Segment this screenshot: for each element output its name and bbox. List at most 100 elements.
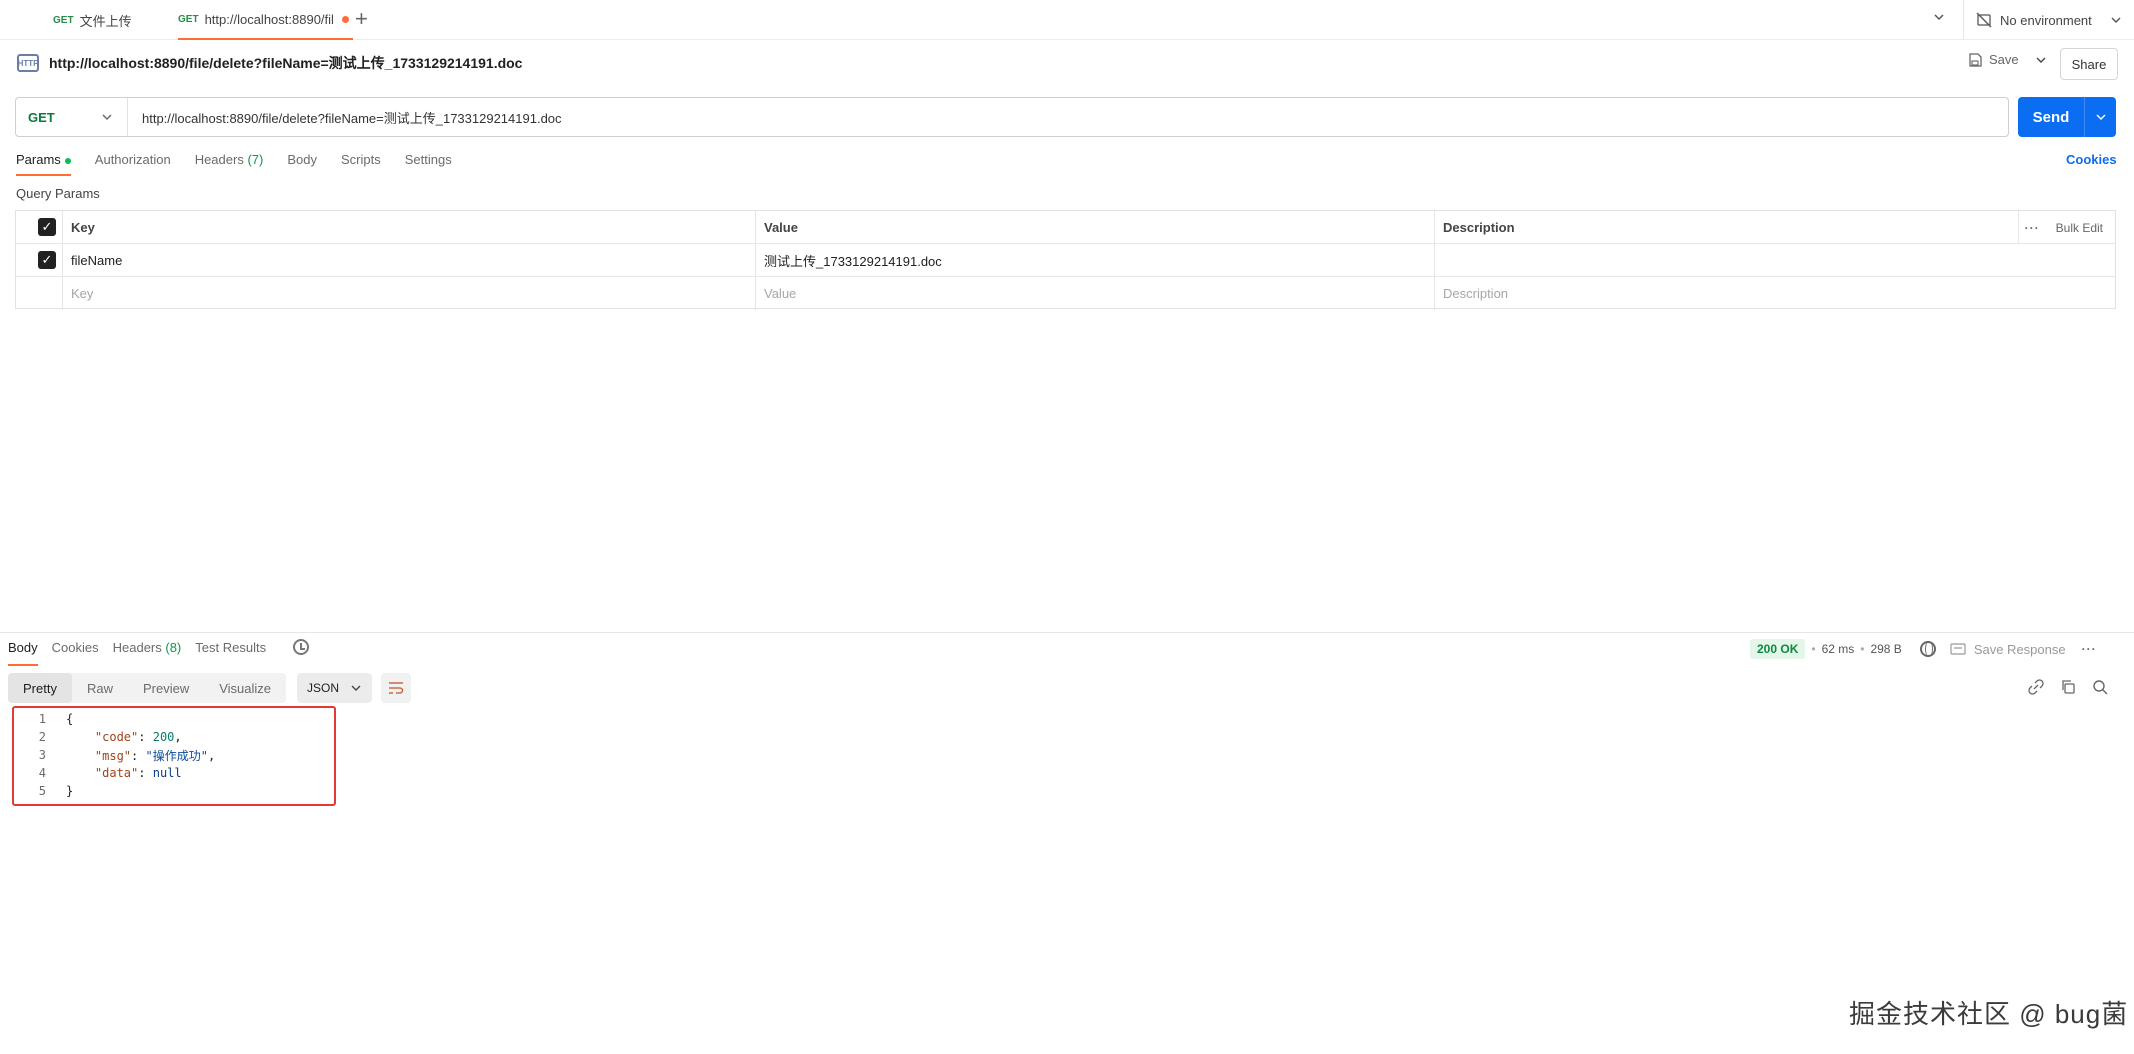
save-response-button[interactable]: Save Response	[1950, 642, 2066, 657]
bulk-edit-button[interactable]: ··· Bulk Edit	[2025, 211, 2103, 244]
column-value: Value	[755, 211, 1434, 244]
request-tabs: Params Authorization Headers (7) Body Sc…	[16, 152, 476, 176]
new-key-input[interactable]: Key	[62, 277, 755, 310]
url-input[interactable]: http://localhost:8890/file/delete?fileNa…	[128, 108, 562, 127]
tab-method: GET	[53, 14, 74, 26]
link-icon[interactable]	[2028, 679, 2044, 695]
line-number: 5	[38, 784, 46, 798]
response-tabs: Body Cookies Headers (8) Test Results	[8, 640, 280, 666]
view-preview[interactable]: Preview	[128, 673, 204, 703]
headers-count: (8)	[165, 640, 182, 655]
select-all-checkbox[interactable]: ✓	[38, 218, 56, 236]
cookies-link[interactable]: Cookies	[2066, 152, 2117, 167]
request-title[interactable]: http://localhost:8890/file/delete?fileNa…	[49, 53, 522, 73]
response-body-highlight: 1 { 2 "code": 200, 3 "msg": "操作成功", 4 "d…	[12, 706, 336, 806]
tab-bar: GET 文件上传 GET http://localhost:8890/fil +…	[0, 0, 2134, 40]
json-end: ,	[207, 748, 216, 763]
request-title-row: HTTP http://localhost:8890/file/delete?f…	[17, 53, 522, 73]
globe-icon[interactable]	[1919, 641, 1936, 657]
table-row: ✓ fileName 测试上传_1733129214191.doc	[16, 244, 2115, 277]
query-params-table: ✓ Key Value Description ··· Bulk Edit ✓ …	[15, 210, 2116, 310]
method-label: GET	[28, 109, 55, 125]
bulk-edit-label: Bulk Edit	[2055, 220, 2103, 235]
status-badge[interactable]: 200 OK	[1750, 639, 1806, 659]
new-tab-button[interactable]: +	[355, 8, 368, 30]
format-label: JSON	[307, 681, 340, 695]
tab-response-body[interactable]: Body	[8, 640, 38, 666]
response-time[interactable]: 62 ms	[1822, 642, 1855, 656]
param-description[interactable]	[1434, 244, 2117, 277]
wrap-lines-button[interactable]	[381, 673, 411, 703]
json-key: "code"	[94, 730, 139, 744]
view-raw[interactable]: Raw	[72, 673, 128, 703]
headers-count: (7)	[247, 152, 264, 167]
response-size[interactable]: 298 B	[1870, 642, 1901, 656]
environment-selector[interactable]: No environment	[1976, 0, 2122, 40]
view-visualize[interactable]: Visualize	[204, 673, 286, 703]
tabs-dropdown-icon[interactable]	[1932, 10, 1946, 24]
param-key[interactable]: fileName	[62, 244, 755, 277]
column-key: Key	[62, 211, 755, 244]
tab-method: GET	[178, 13, 199, 25]
tab-body[interactable]: Body	[287, 152, 317, 176]
separator-dot: •	[1811, 642, 1816, 656]
method-select[interactable]: GET	[16, 98, 128, 136]
json-key: "data"	[94, 766, 139, 780]
json-number: 200	[152, 730, 175, 744]
param-value[interactable]: 测试上传_1733129214191.doc	[755, 244, 1434, 277]
tab-params[interactable]: Params	[16, 152, 71, 176]
tab-headers[interactable]: Headers (7)	[195, 152, 264, 176]
line-number: 4	[38, 766, 46, 780]
view-pretty[interactable]: Pretty	[8, 673, 72, 703]
save-response-icon	[1950, 642, 1966, 656]
copy-icon[interactable]	[2060, 679, 2076, 695]
more-icon[interactable]: ···	[2082, 642, 2097, 656]
line-number: 1	[38, 712, 46, 726]
json-end: ,	[174, 730, 182, 744]
tab-response-cookies[interactable]: Cookies	[52, 640, 99, 666]
table-row-empty: Key Value Description	[16, 277, 2115, 310]
tab-label: Params	[16, 152, 61, 167]
save-options-chevron-icon[interactable]	[2035, 54, 2047, 66]
http-icon: HTTP	[17, 54, 39, 72]
tab-response-headers[interactable]: Headers (8)	[113, 640, 182, 666]
send-options-chevron-icon[interactable]	[2085, 111, 2116, 123]
save-icon	[1968, 52, 1982, 67]
history-icon[interactable]	[293, 639, 309, 655]
wrap-icon	[389, 682, 404, 694]
new-description-input[interactable]: Description	[1434, 277, 2117, 310]
response-divider[interactable]	[0, 632, 2134, 633]
format-select[interactable]: JSON	[297, 673, 372, 703]
url-bar: GET http://localhost:8890/file/delete?fi…	[15, 97, 2009, 137]
code-line: 5 }	[14, 782, 73, 800]
json-null: null	[152, 766, 182, 780]
code-text: "data": null	[46, 766, 182, 780]
save-button[interactable]: Save	[1968, 52, 2047, 67]
save-response-label: Save Response	[1973, 641, 2066, 657]
json-sep: :	[138, 766, 153, 780]
code-text: {	[66, 712, 74, 726]
param-enabled-checkbox[interactable]: ✓	[38, 251, 56, 269]
more-icon[interactable]: ···	[2025, 221, 2040, 235]
code-line: 4 "data": null	[14, 764, 182, 782]
request-tab-upload[interactable]: GET 文件上传	[53, 0, 132, 40]
new-value-input[interactable]: Value	[755, 277, 1434, 310]
code-text: "msg": "操作成功",	[46, 747, 215, 764]
separator-dot: •	[1860, 642, 1865, 656]
tab-scripts[interactable]: Scripts	[341, 152, 381, 176]
share-button[interactable]: Share	[2060, 48, 2118, 80]
tab-settings[interactable]: Settings	[405, 152, 452, 176]
tab-test-results[interactable]: Test Results	[195, 640, 266, 666]
active-indicator-dot	[64, 157, 71, 164]
line-number: 3	[38, 748, 46, 762]
tab-authorization[interactable]: Authorization	[95, 152, 171, 176]
request-tab-delete[interactable]: GET http://localhost:8890/fil	[178, 0, 353, 40]
no-environment-icon	[1976, 12, 1992, 28]
json-key: "msg"	[94, 748, 132, 763]
code-line: 2 "code": 200,	[14, 728, 182, 746]
divider	[1963, 0, 1964, 40]
send-button[interactable]: Send	[2018, 97, 2116, 137]
search-icon[interactable]	[2092, 679, 2108, 695]
save-label: Save	[1989, 52, 2019, 67]
watermark: 掘金技术社区 @ bug菌	[1849, 999, 2129, 1029]
